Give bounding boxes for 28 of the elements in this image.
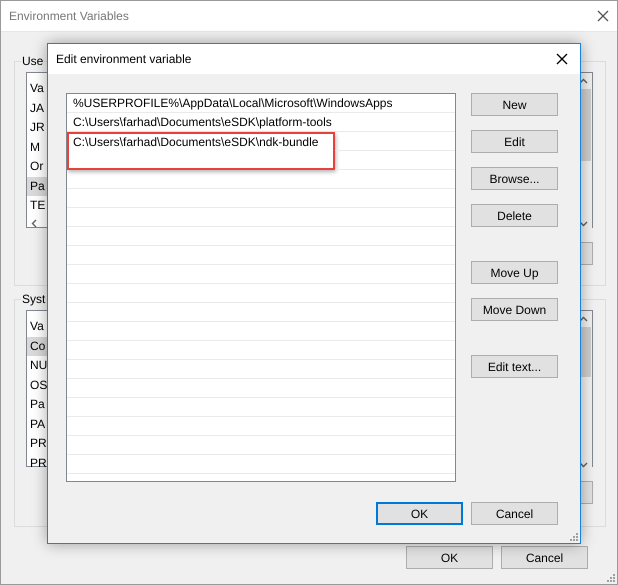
action-button[interactable]: Move Up [471, 261, 558, 284]
scroll-down-icon[interactable] [579, 460, 588, 469]
window-title: Environment Variables [9, 9, 129, 23]
path-entry[interactable]: %USERPROFILE%\AppData\Local\Microsoft\WindowsApps [67, 94, 455, 113]
group-label: Use [21, 54, 44, 68]
close-icon[interactable] [597, 10, 609, 22]
scroll-up-icon[interactable] [579, 77, 588, 86]
resize-grip-icon[interactable] [606, 573, 615, 582]
ok-button[interactable]: OK [376, 502, 463, 525]
action-button[interactable]: Delete [471, 204, 558, 227]
group-label: Syst [21, 292, 46, 306]
close-icon[interactable] [556, 53, 568, 65]
action-button[interactable]: Move Down [471, 298, 558, 321]
scroll-down-icon[interactable] [579, 218, 588, 228]
cancel-button[interactable]: Cancel [501, 546, 588, 569]
resize-grip-icon[interactable] [569, 532, 578, 541]
ok-button[interactable]: OK [406, 546, 493, 569]
action-button[interactable]: New [471, 93, 558, 116]
path-entry[interactable]: C:\Users\farhad\Documents\eSDK\platform-tools [67, 113, 455, 132]
scroll-left-icon[interactable] [30, 219, 39, 228]
action-button[interactable]: Browse... [471, 167, 558, 190]
action-button[interactable]: Edit text... [471, 355, 558, 378]
path-list[interactable]: %USERPROFILE%\AppData\Local\Microsoft\WindowsApps C:\Users\farhad\Documents\eSDK\platform-tools C:\Users\farhad\Documents\eSDK\ndk-bundle [66, 93, 456, 482]
cancel-button[interactable]: Cancel [471, 502, 558, 525]
action-button[interactable]: Edit [471, 130, 558, 153]
path-entry[interactable]: C:\Users\farhad\Documents\eSDK\ndk-bundle [69, 134, 333, 151]
scroll-up-icon[interactable] [579, 315, 588, 324]
dialog-title: Edit environment variable [56, 52, 192, 66]
